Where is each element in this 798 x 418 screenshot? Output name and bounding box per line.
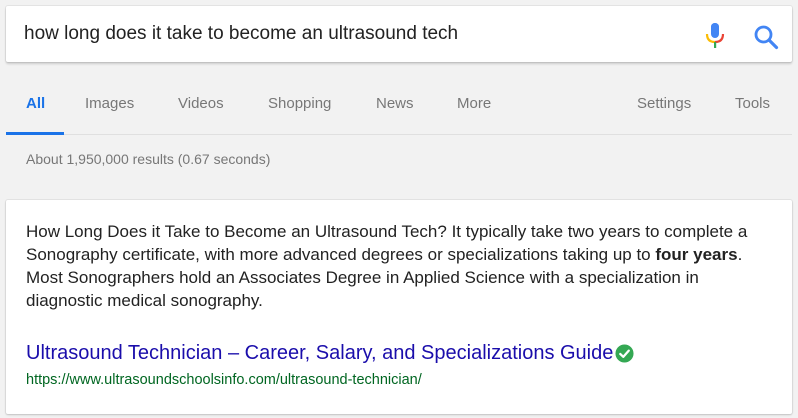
- featured-snippet: How Long Does it Take to Become an Ultra…: [6, 200, 792, 414]
- search-box[interactable]: how long does it take to become an ultra…: [6, 6, 792, 62]
- settings-link[interactable]: Settings: [637, 95, 691, 112]
- search-tabs: All Images Videos Shopping News More Set…: [6, 78, 792, 135]
- tab-all[interactable]: All: [26, 95, 45, 112]
- tab-more[interactable]: More: [457, 95, 491, 112]
- tab-images[interactable]: Images: [85, 95, 134, 112]
- tab-videos[interactable]: Videos: [178, 95, 224, 112]
- tools-link[interactable]: Tools: [735, 95, 770, 112]
- snippet-text-before: How Long Does it Take to Become an Ultra…: [26, 222, 748, 264]
- microphone-icon[interactable]: [703, 22, 727, 50]
- result-title[interactable]: Ultrasound Technician – Career, Salary, …: [26, 342, 613, 364]
- search-icon[interactable]: [753, 24, 779, 50]
- result-stats: About 1,950,000 results (0.67 seconds): [26, 151, 271, 167]
- search-input[interactable]: how long does it take to become an ultra…: [24, 23, 458, 45]
- snippet-bold: four years: [655, 245, 738, 264]
- result-title-link[interactable]: Ultrasound Technician – Career, Salary, …: [26, 342, 634, 365]
- result-url[interactable]: https://www.ultrasoundschoolsinfo.com/ul…: [26, 372, 422, 388]
- active-tab-indicator: [6, 132, 64, 135]
- tab-shopping[interactable]: Shopping: [268, 95, 331, 112]
- snippet-text: How Long Does it Take to Become an Ultra…: [26, 220, 776, 312]
- verified-check-icon: [615, 344, 634, 363]
- tab-news[interactable]: News: [376, 95, 414, 112]
